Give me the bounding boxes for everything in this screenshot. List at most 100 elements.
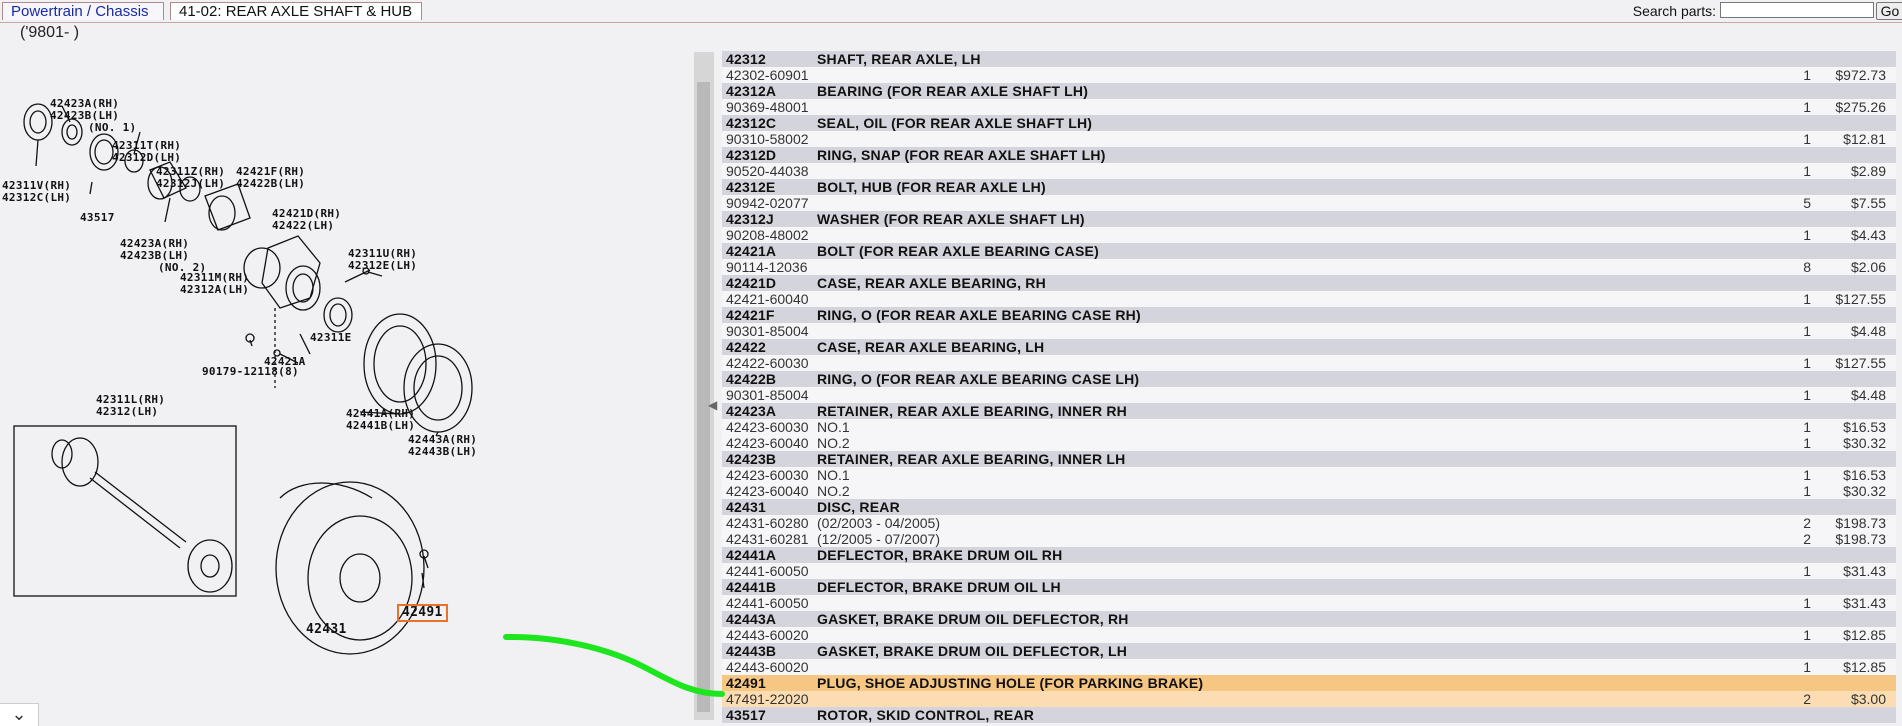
oem-part-number[interactable]: 42443-60020 [726,659,809,675]
part-row[interactable]: 42422-60030 1 $127.55 [722,355,1896,371]
part-quantity: 1 [1803,291,1811,307]
splitter-arrow-icon[interactable]: ◀ [708,398,717,412]
oem-part-number[interactable]: 42421-60040 [726,291,809,307]
oem-part-number[interactable]: 42423-60030 [726,419,809,435]
oem-part-number[interactable]: 90520-44038 [726,163,809,179]
part-row[interactable]: 42423-60040 NO.2 1 $30.32 [722,483,1896,499]
part-group-header[interactable]: 42491 PLUG, SHOE ADJUSTING HOLE (FOR PARK… [722,675,1896,691]
callout-42422-lh[interactable]: 42422(LH) [272,220,334,232]
part-row[interactable]: 42443-60020 1 $12.85 [722,627,1896,643]
oem-part-number[interactable]: 90301-85004 [726,387,809,403]
part-group-header[interactable]: 42443B GASKET, BRAKE DRUM OIL DEFLECTOR, … [722,643,1896,659]
part-group-header[interactable]: 43517 ROTOR, SKID CONTROL, REAR [722,707,1896,723]
part-group-header[interactable]: 42423B RETAINER, REAR AXLE BEARING, INNER… [722,451,1896,467]
callout-42311e[interactable]: 42311E [310,332,352,344]
part-row[interactable]: 42431-60280 (02/2003 - 04/2005) 2 $198.73 [722,515,1896,531]
callout-42312e-lh[interactable]: 42312E(LH) [348,260,417,272]
part-row[interactable]: 42441-60050 1 $31.43 [722,595,1896,611]
part-row[interactable]: 90369-48001 1 $275.26 [722,99,1896,115]
part-row[interactable]: 90310-58002 1 $12.81 [722,131,1896,147]
callout-42491[interactable]: 42491 [397,604,448,622]
oem-part-number[interactable]: 42431-60280 [726,515,809,531]
part-group-header[interactable]: 42421F RING, O (FOR REAR AXLE BEARING CAS… [722,307,1896,323]
oem-part-number[interactable]: 42443-60020 [726,627,809,643]
oem-part-number[interactable]: 90114-12036 [726,259,807,275]
diagram-scrollbar[interactable] [694,52,714,720]
part-row[interactable]: 90520-44038 1 $2.89 [722,163,1896,179]
oem-part-number[interactable]: 42423-60040 [726,483,809,499]
part-number: 43517 [726,707,766,723]
part-group-header[interactable]: 42422B RING, O (FOR REAR AXLE BEARING CAS… [722,371,1896,387]
scrollbar-thumb[interactable] [697,82,710,712]
oem-part-number[interactable]: 42423-60030 [726,467,809,483]
search-input[interactable] [1720,2,1874,18]
part-group-header[interactable]: 42441A DEFLECTOR, BRAKE DRUM OIL RH [722,547,1896,563]
part-group-header[interactable]: 42312E BOLT, HUB (FOR REAR AXLE LH) [722,179,1896,195]
part-quantity: 1 [1803,563,1811,579]
callout-42312c-lh[interactable]: 42312C(LH) [2,192,71,204]
part-group-header[interactable]: 42312 SHAFT, REAR AXLE, LH [722,51,1896,67]
part-row[interactable]: 42431-60281 (12/2005 - 07/2007) 2 $198.73 [722,531,1896,547]
part-row[interactable]: 42302-60901 1 $972.73 [722,67,1896,83]
oem-part-number[interactable]: 42423-60040 [726,435,809,451]
oem-part-number[interactable]: 90208-48002 [726,227,809,243]
go-button[interactable]: Go [1876,2,1902,20]
part-group-header[interactable]: 42312D RING, SNAP (FOR REAR AXLE SHAFT LH… [722,147,1896,163]
callout-42422b-lh[interactable]: 42422B(LH) [236,178,305,190]
part-group-header[interactable]: 42312C SEAL, OIL (FOR REAR AXLE SHAFT LH) [722,115,1896,131]
oem-part-number[interactable]: 90942-02077 [726,195,809,211]
callout-42312-lh[interactable]: 42312(LH) [96,406,158,418]
part-row[interactable]: 42423-60030 NO.1 1 $16.53 [722,419,1896,435]
part-group-header[interactable]: 42431 DISC, REAR [722,499,1896,515]
callout-43517[interactable]: 43517 [80,212,115,224]
tab-rear-axle-shaft-hub[interactable]: 41-02: REAR AXLE SHAFT & HUB [170,2,422,20]
part-price: $7.55 [1850,195,1886,211]
part-quantity: 5 [1803,195,1811,211]
part-row[interactable]: 42423-60030 NO.1 1 $16.53 [722,467,1896,483]
part-group-header[interactable]: 42312J WASHER (FOR REAR AXLE SHAFT LH) [722,211,1896,227]
part-row[interactable]: 90114-12036 8 $2.06 [722,259,1896,275]
oem-part-number[interactable]: 90369-48001 [726,99,809,115]
part-quantity: 1 [1803,627,1811,643]
part-number: 42441B [726,579,777,595]
oem-part-number[interactable]: 42441-60050 [726,563,809,579]
part-description: ROTOR, SKID CONTROL, REAR [817,707,1035,723]
part-row[interactable]: 42443-60020 1 $12.85 [722,659,1896,675]
part-row[interactable]: 47491-22020 2 $3.00 [722,691,1896,707]
part-group-header[interactable]: 42312A BEARING (FOR REAR AXLE SHAFT LH) [722,83,1896,99]
oem-part-number[interactable]: 42302-60901 [726,67,809,83]
callout-42431[interactable]: 42431 [306,623,347,636]
part-price: $3.00 [1850,691,1886,707]
part-row[interactable]: 90301-85004 1 $4.48 [722,387,1896,403]
callout-42443b-lh[interactable]: 42443B(LH) [408,446,477,458]
oem-part-number[interactable]: 90310-58002 [726,131,809,147]
callout-42312a-lh[interactable]: 42312A(LH) [180,284,249,296]
part-quantity: 1 [1803,595,1811,611]
callout-42312d-lh[interactable]: 42312D(LH) [112,152,181,164]
part-group-header[interactable]: 42441B DEFLECTOR, BRAKE DRUM OIL LH [722,579,1896,595]
part-number: 42423B [726,451,777,467]
oem-part-number[interactable]: 42441-60050 [726,595,809,611]
oem-part-number[interactable]: 90301-85004 [726,323,809,339]
part-group-header[interactable]: 42423A RETAINER, REAR AXLE BEARING, INNER… [722,403,1896,419]
callout-42312j-lh[interactable]: 42312J(LH) [156,178,225,190]
callout-42441b-lh[interactable]: 42441B(LH) [346,420,415,432]
collapse-chevron-icon[interactable]: ⌄ [0,703,39,726]
part-price: $12.81 [1843,131,1886,147]
part-price: $198.73 [1835,515,1886,531]
tab-powertrain-chassis[interactable]: Powertrain / Chassis [2,2,164,20]
part-group-header[interactable]: 42443A GASKET, BRAKE DRUM OIL DEFLECTOR, … [722,611,1896,627]
oem-part-number[interactable]: 47491-22020 [726,691,809,707]
callout-90179-12118[interactable]: 90179-12118(8) [202,366,299,378]
oem-part-number[interactable]: 42431-60281 [726,531,809,547]
part-row[interactable]: 90942-02077 5 $7.55 [722,195,1896,211]
part-row[interactable]: 90208-48002 1 $4.43 [722,227,1896,243]
part-row[interactable]: 42441-60050 1 $31.43 [722,563,1896,579]
part-row[interactable]: 42421-60040 1 $127.55 [722,291,1896,307]
part-group-header[interactable]: 42421A BOLT (FOR REAR AXLE BEARING CASE) [722,243,1896,259]
part-row[interactable]: 90301-85004 1 $4.48 [722,323,1896,339]
oem-part-number[interactable]: 42422-60030 [726,355,809,371]
part-group-header[interactable]: 42421D CASE, REAR AXLE BEARING, RH [722,275,1896,291]
part-group-header[interactable]: 42422 CASE, REAR AXLE BEARING, LH [722,339,1896,355]
part-row[interactable]: 42423-60040 NO.2 1 $30.32 [722,435,1896,451]
